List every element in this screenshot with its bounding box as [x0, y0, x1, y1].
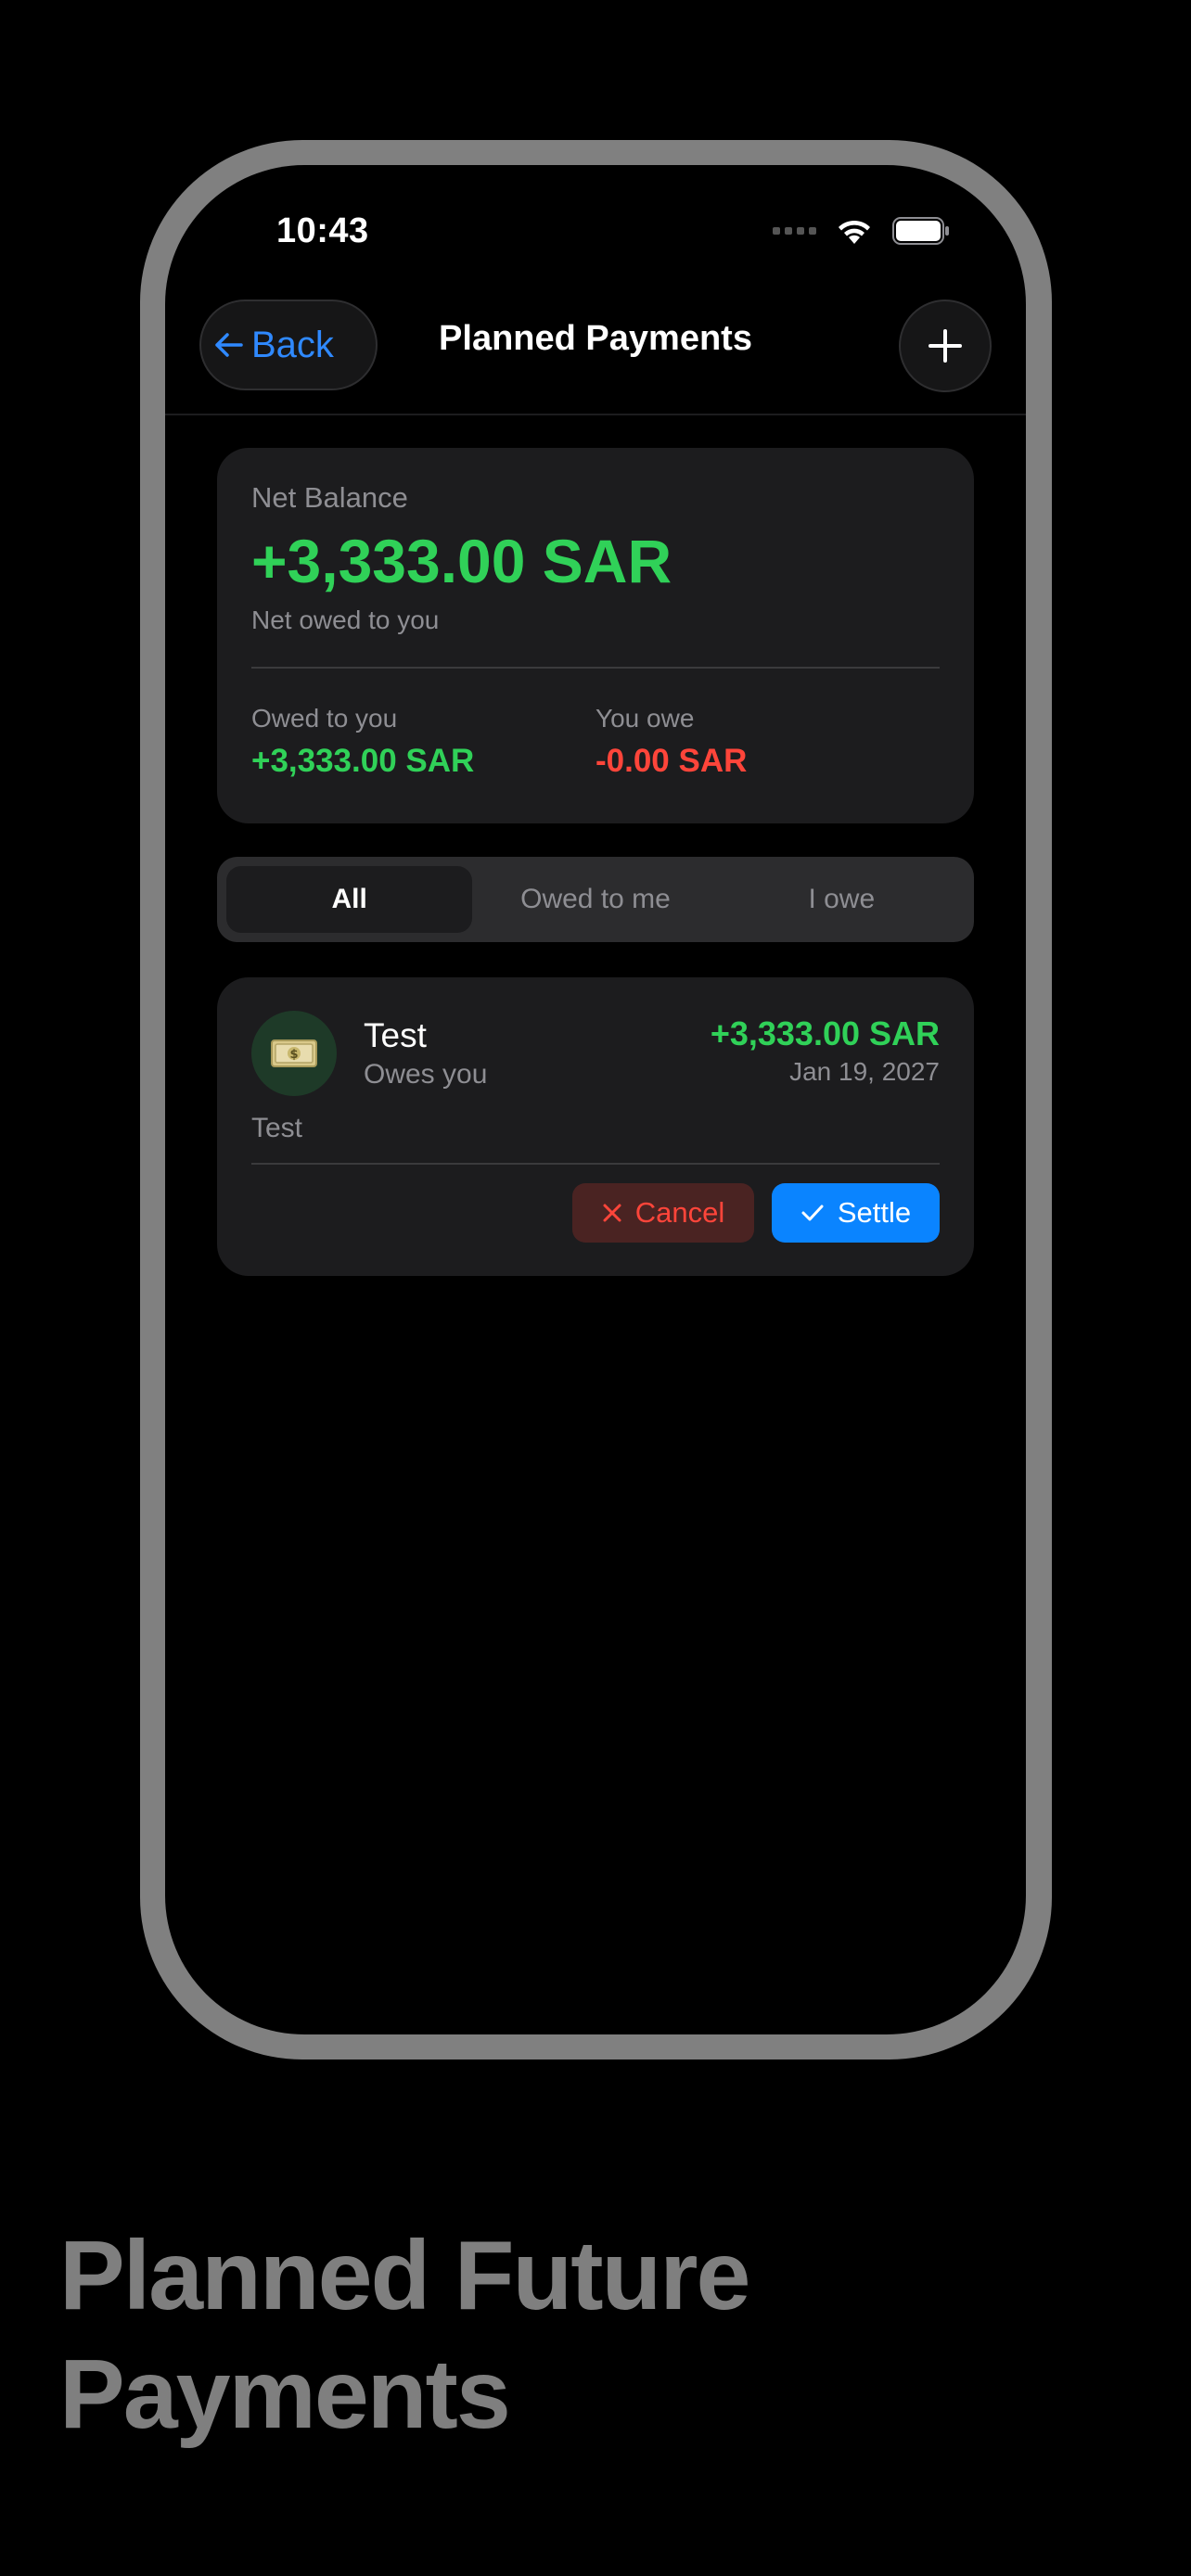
cancel-button-label: Cancel [634, 1196, 725, 1229]
payment-divider [251, 1163, 940, 1165]
owed-to-you-label: Owed to you [251, 704, 398, 733]
payment-note: Test [251, 1113, 303, 1143]
close-icon [603, 1204, 621, 1222]
settle-button-label: Settle [837, 1196, 912, 1229]
page-title: Planned Payments [439, 319, 752, 358]
caption-line-1: Planned Future [59, 2221, 751, 2330]
payment-avatar: $ [251, 1011, 337, 1096]
cancel-button[interactable]: Cancel [572, 1183, 754, 1243]
checkmark-icon [801, 1205, 824, 1221]
payment-date: Jan 19, 2027 [789, 1057, 940, 1086]
payment-card[interactable]: $ Test Owes you +3,333.00 SAR Jan 19, 20… [217, 977, 974, 1276]
net-balance-label: Net Balance [251, 481, 408, 514]
marketing-caption: Planned Future Payments [59, 2216, 1126, 2454]
balance-divider [251, 667, 940, 669]
status-time: 10:43 [276, 211, 369, 250]
plus-icon [928, 329, 962, 363]
net-balance-subtitle: Net owed to you [251, 606, 440, 634]
filter-segmented-control: All Owed to me I owe [217, 857, 974, 942]
net-balance-card: Net Balance +3,333.00 SAR Net owed to yo… [217, 448, 974, 823]
caption-line-2: Payments [59, 2340, 511, 2449]
svg-text:$: $ [289, 1048, 298, 1062]
owed-to-you-section: Owed to you +3,333.00 SAR [251, 704, 596, 780]
nav-divider [165, 414, 1026, 415]
money-icon: $ [271, 1039, 317, 1067]
filter-tab-all[interactable]: All [226, 866, 473, 933]
payment-amount: +3,333.00 SAR [710, 1014, 940, 1052]
you-owe-section: You owe -0.00 SAR [596, 704, 940, 780]
battery-icon [892, 217, 949, 245]
owed-to-you-value: +3,333.00 SAR [251, 743, 475, 779]
cellular-signal-icon [773, 227, 816, 235]
net-balance-amount: +3,333.00 SAR [251, 527, 672, 595]
you-owe-label: You owe [596, 704, 695, 733]
filter-tab-i-owe[interactable]: I owe [719, 866, 965, 933]
wifi-icon [839, 220, 870, 244]
payment-name: Test [364, 1016, 427, 1054]
payment-status: Owes you [364, 1059, 488, 1090]
you-owe-value: -0.00 SAR [596, 743, 748, 779]
status-icons [773, 217, 950, 245]
filter-tab-owed-to-me[interactable]: Owed to me [472, 866, 718, 933]
add-payment-button[interactable] [899, 300, 992, 392]
phone-screen: 10:43 Back Planned Payments Net Balance … [165, 165, 1026, 2034]
settle-button[interactable]: Settle [772, 1183, 940, 1243]
